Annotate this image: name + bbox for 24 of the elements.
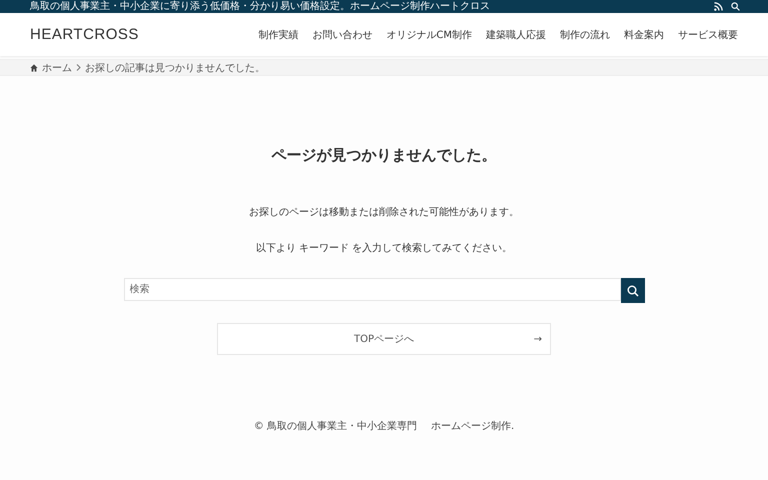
breadcrumb-current: お探しの記事は見つかりませんでした。	[85, 62, 265, 74]
nav-link[interactable]: 制作実績	[258, 28, 298, 42]
tagline: 鳥取の個人事業主・中小企業に寄り添う低価格・分かり易い価格設定。ホームページ制作ハートクロス	[30, 0, 490, 13]
search-field[interactable]: 検索	[124, 278, 620, 301]
chevron-icon	[76, 64, 81, 71]
search-icon	[626, 284, 638, 296]
message-text: お探しのページは移動または削除された可能性があります。	[249, 206, 519, 219]
nav-link[interactable]: 建築職人応援	[486, 28, 546, 42]
rss-icon[interactable]	[714, 2, 723, 11]
top-page-button[interactable]: TOPページへ →	[217, 323, 551, 355]
copyright-text: © 鳥取の個人事業主・中小企業専門	[254, 420, 417, 433]
search-icon[interactable]	[731, 2, 740, 11]
page-title: ページが見つかりませんでした。	[272, 146, 496, 165]
nav-link[interactable]: お問い合わせ	[312, 28, 372, 42]
nav-link[interactable]: 制作の流れ	[560, 28, 610, 42]
message-text: 以下より キーワード を入力して検索してみてください。	[256, 242, 512, 255]
search-button[interactable]	[620, 278, 644, 303]
breadcrumb-link[interactable]: ホーム	[42, 60, 72, 74]
copyright-text: ホームページ制作.	[431, 420, 514, 433]
nav-link[interactable]: 料金案内	[624, 28, 664, 42]
nav-link[interactable]: サービス概要	[678, 28, 738, 42]
home-icon	[30, 64, 38, 72]
site-logo[interactable]: HEARTCROSS	[30, 26, 139, 43]
nav-link[interactable]: オリジナルCM制作	[386, 28, 472, 42]
